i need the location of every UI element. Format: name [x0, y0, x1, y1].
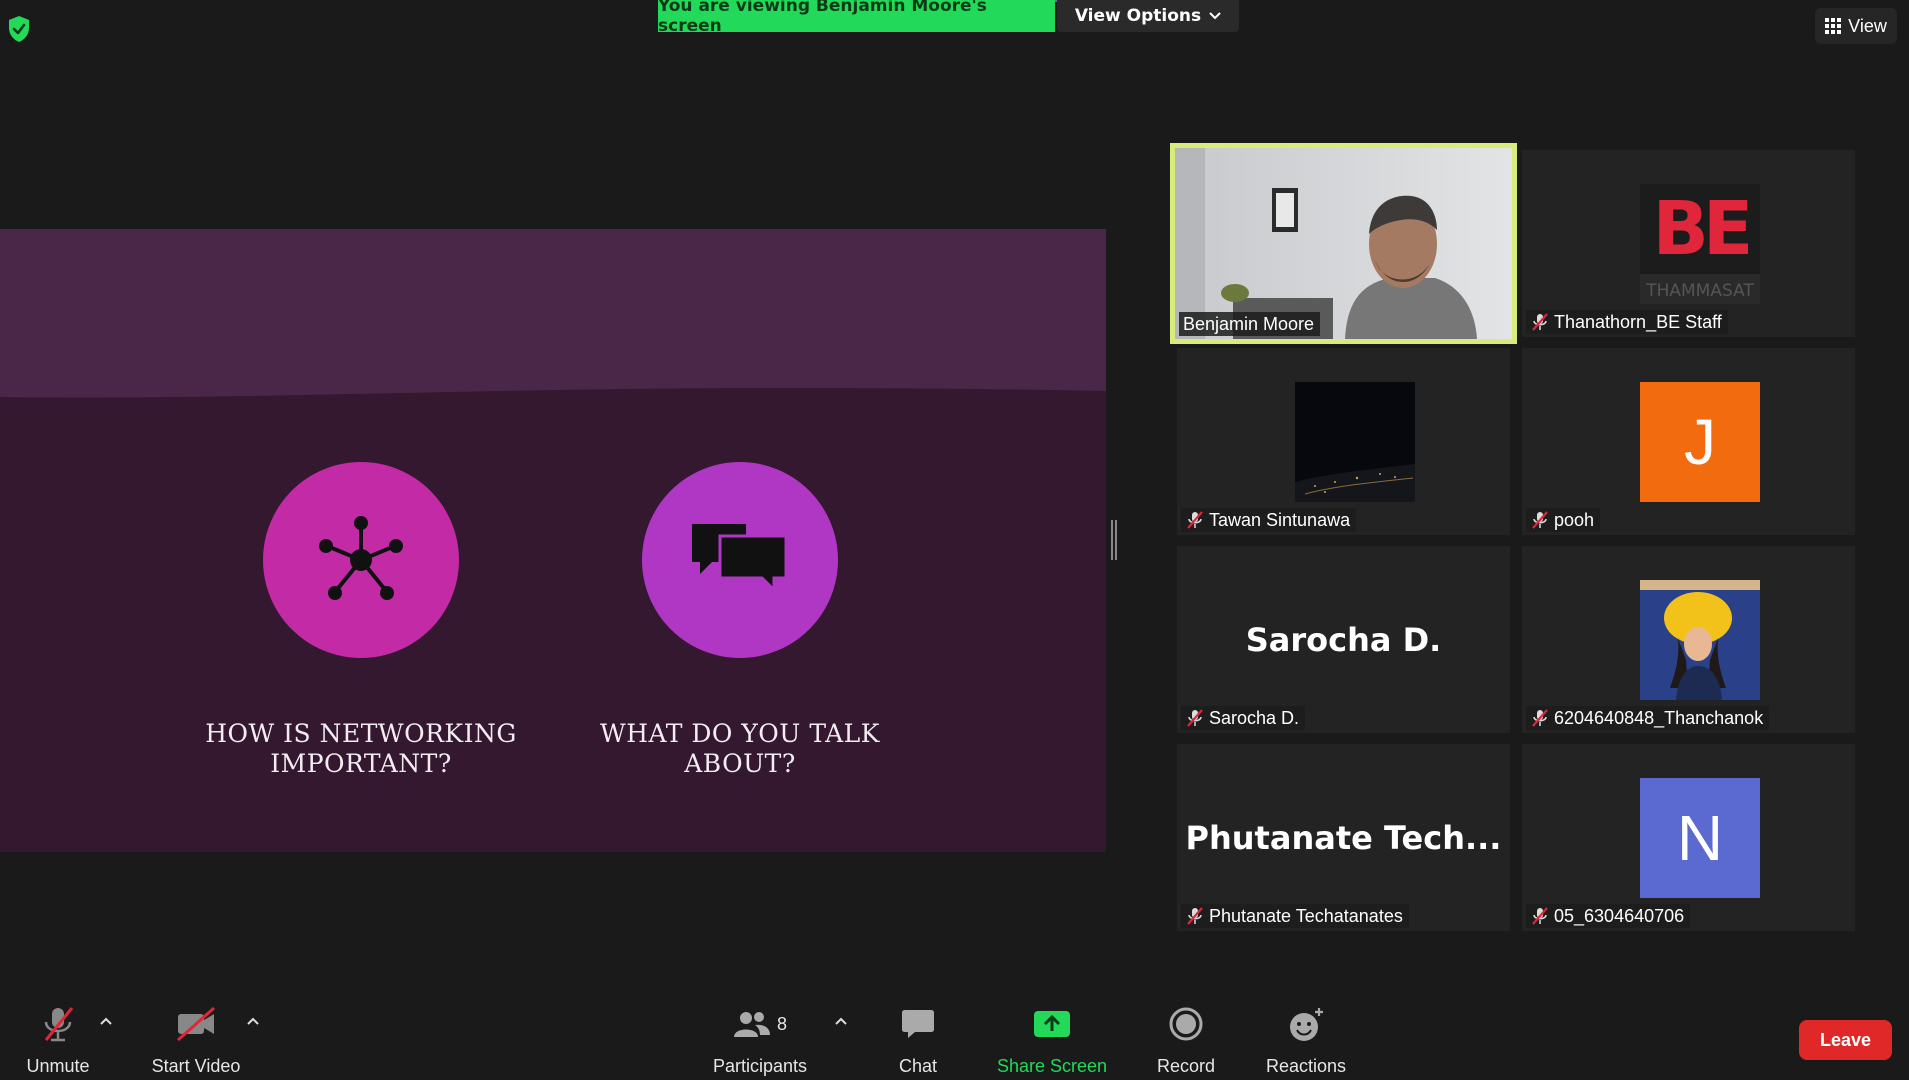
participant-initial-avatar: N	[1640, 778, 1760, 898]
view-label: View	[1848, 15, 1887, 36]
panel-resize-handle[interactable]	[1111, 520, 1117, 560]
start-video-label: Start Video	[151, 1056, 241, 1076]
participants-count: 8	[776, 1013, 787, 1034]
view-button[interactable]: View	[1815, 8, 1897, 44]
participant-name-tag: 05_6304640706	[1526, 904, 1691, 928]
participant-photo-avatar	[1295, 382, 1415, 502]
participant-display-name: Sarocha D.	[1245, 620, 1442, 659]
record-label: Record	[1156, 1056, 1216, 1076]
mic-muted-icon	[1532, 313, 1548, 331]
share-screen-icon	[1034, 1011, 1070, 1037]
reactions-smiley-icon	[1290, 1008, 1323, 1041]
participants-label: Participants	[712, 1056, 808, 1076]
share-screen-label: Share Screen	[996, 1056, 1108, 1076]
participant-tile-pooh[interactable]: J pooh	[1522, 348, 1855, 535]
chat-label: Chat	[898, 1056, 938, 1076]
participant-name-tag: Tawan Sintunawa	[1181, 508, 1357, 532]
participants-button[interactable]: 8 Participants	[710, 1002, 810, 1077]
start-video-button[interactable]: Start Video	[146, 1002, 246, 1077]
participant-name-tag: Benjamin Moore	[1179, 312, 1321, 336]
participant-video	[1175, 148, 1512, 339]
chat-button[interactable]: Chat	[888, 1002, 948, 1077]
slide-item-2-text: WHAT DO YOU TALK ABOUT?	[600, 719, 880, 778]
unmute-button[interactable]: Unmute	[18, 1002, 98, 1077]
slide-item-1-text: HOW IS NETWORKING IMPORTANT?	[205, 719, 517, 778]
logo-text: THAMMASAT	[1645, 281, 1754, 301]
network-hub-icon	[319, 516, 403, 600]
mic-muted-icon	[44, 1007, 74, 1042]
network-circle	[263, 462, 459, 658]
mic-muted-icon	[1532, 907, 1548, 925]
mic-muted-icon	[1532, 511, 1548, 529]
mic-muted-icon	[1187, 709, 1203, 727]
leave-button[interactable]: Leave	[1799, 1020, 1892, 1060]
audio-options-caret-icon[interactable]	[99, 1016, 113, 1026]
participant-name-tag: Phutanate Techatanates	[1181, 904, 1409, 928]
participants-options-caret-icon[interactable]	[834, 1016, 848, 1026]
participant-name-tag: Sarocha D.	[1181, 706, 1306, 730]
view-options-label: View Options	[1074, 6, 1202, 26]
participant-name-tag: pooh	[1526, 508, 1601, 532]
slide-header-band	[0, 229, 1106, 398]
screen-share-banner: You are viewing Benjamin Moore's screen	[658, 0, 1055, 36]
record-button[interactable]: Record	[1150, 1002, 1222, 1077]
reactions-label: Reactions	[1265, 1056, 1347, 1076]
participants-icon	[733, 1012, 770, 1037]
participant-name-tag: 6204640848_Thanchanok	[1526, 706, 1770, 730]
participant-tile-phutanate[interactable]: Phutanate Tech... Phutanate Techatanates	[1177, 744, 1510, 931]
shared-screen-slide: HOW IS NETWORKING IMPORTANT? WHAT DO YOU…	[0, 229, 1106, 852]
conversation-circle	[642, 462, 838, 658]
chevron-down-icon	[1209, 12, 1221, 20]
participant-initial-avatar: J	[1640, 382, 1760, 502]
unmute-label: Unmute	[26, 1056, 90, 1076]
security-shield-icon[interactable]	[6, 14, 32, 44]
video-off-icon	[177, 1006, 215, 1042]
record-icon	[1169, 1007, 1203, 1041]
mic-muted-icon	[1187, 907, 1203, 925]
participant-tile-thanchanok[interactable]: 6204640848_Thanchanok	[1522, 546, 1855, 733]
participant-tile-thanathorn[interactable]: BE THAMMASAT Thanathorn_BE Staff	[1522, 150, 1855, 337]
share-screen-button[interactable]: Share Screen	[996, 1002, 1108, 1077]
participant-tile-05-6304640706[interactable]: N 05_6304640706	[1522, 744, 1855, 931]
participant-logo-avatar: BE THAMMASAT	[1640, 184, 1760, 304]
speech-bubbles-icon	[692, 524, 788, 594]
video-options-caret-icon[interactable]	[246, 1016, 260, 1026]
participant-tile-tawan[interactable]: Tawan Sintunawa	[1177, 348, 1510, 535]
svg-text:BE: BE	[1653, 186, 1749, 272]
mic-muted-icon	[1532, 709, 1548, 727]
mic-muted-icon	[1187, 511, 1203, 529]
participant-name-tag: Thanathorn_BE Staff	[1526, 310, 1728, 334]
grid-view-icon	[1825, 18, 1842, 34]
participant-tile-sarocha[interactable]: Sarocha D. Sarocha D.	[1177, 546, 1510, 733]
participant-display-name: Phutanate Tech...	[1185, 818, 1502, 857]
participant-photo-avatar	[1640, 580, 1760, 700]
chat-bubble-icon	[902, 1010, 934, 1038]
view-options-button[interactable]: View Options	[1057, 0, 1239, 32]
participant-tile-benjamin-moore[interactable]: Benjamin Moore	[1170, 143, 1517, 344]
reactions-button[interactable]: Reactions	[1262, 1002, 1350, 1077]
